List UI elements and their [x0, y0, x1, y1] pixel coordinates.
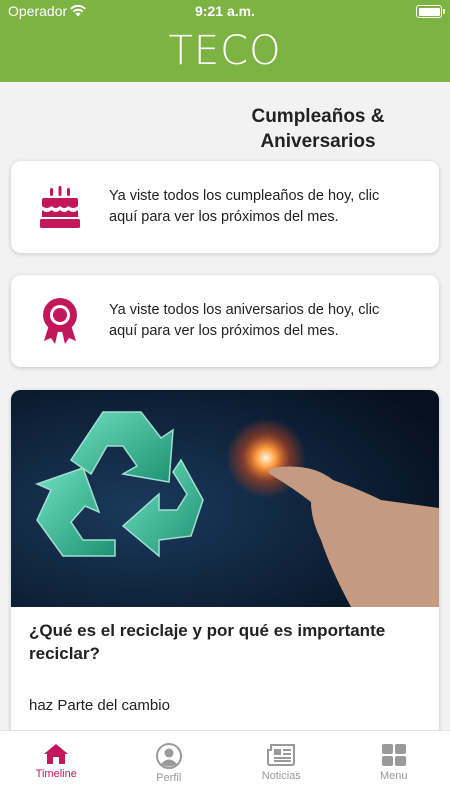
- app-header: Operador 9:21 a.m. TECO: [0, 0, 450, 82]
- birthday-message: Ya viste todos los cumpleaños de hoy, cl…: [109, 188, 380, 225]
- tab-label: Perfil: [156, 772, 182, 784]
- tab-label: Noticias: [261, 770, 301, 782]
- birthday-card[interactable]: Ya viste todos los cumpleaños de hoy, cl…: [11, 161, 439, 253]
- clock-time: 9:21 a.m.: [195, 3, 255, 19]
- tab-label: Timeline: [35, 768, 77, 780]
- tab-menu[interactable]: Menu: [338, 731, 450, 800]
- tab-timeline[interactable]: Timeline: [0, 731, 113, 800]
- app-logo: TECO: [168, 28, 282, 74]
- birthday-cake-icon: [11, 184, 109, 230]
- home-icon: [44, 744, 69, 764]
- anniversary-message: Ya viste todos los aniversarios de hoy, …: [109, 302, 380, 339]
- award-ribbon-icon: [11, 297, 109, 345]
- tab-label: Menu: [379, 770, 408, 782]
- news-subtitle: haz Parte del cambio: [29, 697, 170, 714]
- battery-icon: [416, 5, 445, 18]
- bottom-tab-bar: Timeline Perfil Noticias Menu: [0, 730, 450, 800]
- section-title: Cumpleaños & Aniversarios: [251, 106, 385, 152]
- tab-noticias[interactable]: Noticias: [225, 731, 338, 800]
- anniversary-card[interactable]: Ya viste todos los aniversarios de hoy, …: [11, 275, 439, 367]
- news-card[interactable]: ¿Qué es el reciclaje y por qué es import…: [11, 390, 439, 750]
- grid-icon: [381, 744, 406, 766]
- status-bar: Operador 9:21 a.m.: [0, 0, 450, 24]
- profile-icon: [155, 743, 182, 769]
- news-image: [11, 390, 439, 607]
- tab-perfil[interactable]: Perfil: [113, 731, 226, 800]
- news-title: ¿Qué es el reciclaje y por qué es import…: [29, 621, 386, 663]
- newspaper-icon: [267, 744, 296, 766]
